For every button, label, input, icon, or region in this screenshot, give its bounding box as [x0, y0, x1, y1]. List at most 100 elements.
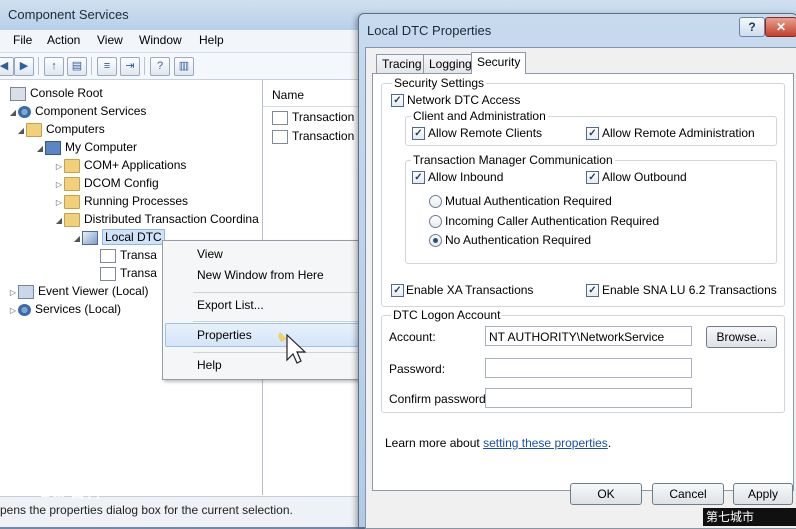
- confirm-password-label: Confirm password:: [389, 392, 490, 406]
- close-button[interactable]: ✕: [765, 17, 796, 37]
- window-title: Component Services: [8, 7, 129, 22]
- incoming-caller-auth-radio[interactable]: [429, 215, 442, 228]
- toolbar-separator: [91, 57, 92, 75]
- apply-button[interactable]: Apply: [733, 483, 793, 505]
- learn-more-text: Learn more about setting these propertie…: [385, 436, 611, 450]
- forward-arrow-icon[interactable]: ▶: [14, 57, 34, 76]
- menu-separator: [193, 292, 359, 293]
- network-dtc-access-checkbox[interactable]: ✓: [391, 94, 404, 107]
- list-item[interactable]: Transaction L: [272, 108, 364, 126]
- tree-item-dcom-config[interactable]: ▷ DCOM Config: [0, 174, 262, 192]
- tree-expander[interactable]: ◢: [54, 212, 64, 230]
- context-menu-export-list[interactable]: Export List...: [197, 298, 264, 312]
- show-hide-tree-icon[interactable]: ▤: [67, 57, 87, 76]
- tree-item-label: Local DTC: [102, 229, 165, 245]
- tree-item-label: Services (Local): [35, 302, 122, 316]
- toolbar-separator: [38, 57, 39, 75]
- account-label: Account:: [389, 330, 436, 344]
- folder-icon: [64, 158, 80, 173]
- tree-item-com-applications[interactable]: ▷ COM+ Applications: [0, 156, 262, 174]
- dialog-body: Tracing Logging Security Security Settin…: [365, 47, 796, 529]
- menu-separator: [193, 321, 359, 322]
- tab-tracing[interactable]: Tracing: [376, 54, 428, 73]
- checkbox-label: Enable XA Transactions: [406, 283, 534, 297]
- menu-help[interactable]: Help: [199, 33, 224, 47]
- menu-window[interactable]: Window: [139, 33, 182, 47]
- allow-remote-administration-checkbox[interactable]: ✓: [586, 127, 599, 140]
- menu-file[interactable]: File: [13, 33, 32, 47]
- up-folder-icon[interactable]: ↑: [44, 57, 64, 76]
- enable-sna-checkbox[interactable]: ✓: [586, 284, 599, 297]
- radio-label: No Authentication Required: [445, 233, 592, 247]
- mouse-pointer-icon: [278, 332, 307, 364]
- tree-item-label: My Computer: [65, 140, 138, 154]
- document-icon: [272, 110, 288, 125]
- folder-icon: [26, 122, 42, 137]
- export-list-icon[interactable]: ⇥: [120, 57, 140, 76]
- tree-item-label: Computers: [46, 122, 105, 136]
- dtc-icon: [82, 230, 98, 245]
- mutual-auth-radio[interactable]: [429, 195, 442, 208]
- chart-icon: [100, 266, 116, 281]
- context-menu: View New Window from Here Export List...…: [162, 240, 364, 380]
- tree-expander[interactable]: ◢: [16, 122, 26, 140]
- allow-remote-clients-checkbox[interactable]: ✓: [412, 127, 425, 140]
- learn-more-prefix: Learn more about: [385, 436, 484, 450]
- computer-icon: [45, 140, 61, 155]
- menu-separator: [193, 352, 359, 353]
- checkbox-label: Enable SNA LU 6.2 Transactions: [602, 283, 777, 297]
- tree-item-running-processes[interactable]: ▷ Running Processes: [0, 192, 262, 210]
- document-icon: [100, 248, 116, 263]
- column-header-label: Name: [272, 88, 305, 102]
- list-item[interactable]: Transaction S: [272, 127, 366, 145]
- tree-item-computers[interactable]: ◢ Computers: [0, 120, 262, 138]
- context-menu-new-window[interactable]: New Window from Here: [197, 268, 324, 282]
- back-arrow-icon[interactable]: ◀: [0, 57, 14, 76]
- event-viewer-icon: [18, 284, 34, 299]
- tree-expander[interactable]: ◢: [72, 230, 82, 248]
- tree-item-component-services[interactable]: ◢ Component Services: [0, 102, 262, 120]
- context-menu-properties[interactable]: Properties: [197, 328, 252, 342]
- tree-item-label: Transa: [120, 266, 157, 280]
- enable-xa-checkbox[interactable]: ✓: [391, 284, 404, 297]
- security-tab-panel: Security Settings ✓ Network DTC Access C…: [372, 73, 794, 491]
- ok-button[interactable]: OK: [570, 483, 642, 505]
- password-field[interactable]: [485, 358, 692, 378]
- menu-action[interactable]: Action: [47, 33, 80, 47]
- context-menu-view[interactable]: View: [197, 247, 223, 261]
- no-auth-radio[interactable]: [429, 234, 442, 247]
- radio-label: Mutual Authentication Required: [445, 194, 612, 208]
- group-label: Transaction Manager Communication: [411, 153, 615, 167]
- chart-icon: [272, 129, 288, 144]
- cancel-button[interactable]: Cancel: [652, 483, 724, 505]
- tab-logging[interactable]: Logging: [423, 54, 478, 73]
- tree-item-my-computer[interactable]: ◢ My Computer: [0, 138, 262, 156]
- tab-security[interactable]: Security: [471, 52, 527, 74]
- tree-expander[interactable]: ◢: [35, 140, 45, 158]
- properties-icon[interactable]: ≡: [97, 57, 117, 76]
- tree-item-console-root[interactable]: Console Root: [0, 84, 262, 102]
- column-header-name[interactable]: Name: [263, 84, 363, 107]
- help-button[interactable]: ?: [739, 17, 765, 37]
- tree-item-label: Console Root: [30, 86, 103, 100]
- allow-inbound-checkbox[interactable]: ✓: [412, 171, 425, 184]
- learn-more-suffix: .: [607, 436, 612, 450]
- browse-button[interactable]: Browse...: [706, 326, 777, 348]
- checkbox-label: Allow Outbound: [602, 170, 687, 184]
- learn-more-link[interactable]: setting these properties: [483, 436, 608, 450]
- tree-expander[interactable]: ▷: [8, 302, 18, 320]
- menu-view[interactable]: View: [97, 33, 123, 47]
- tree-item-dtc[interactable]: ◢ Distributed Transaction Coordina: [0, 210, 262, 228]
- tree-item-label: Transa: [120, 248, 157, 262]
- checkbox-label: Allow Remote Administration: [602, 126, 755, 140]
- confirm-password-field[interactable]: [485, 388, 692, 408]
- account-field[interactable]: NT AUTHORITY\NetworkService: [485, 326, 692, 346]
- allow-outbound-checkbox[interactable]: ✓: [586, 171, 599, 184]
- group-label: Security Settings: [392, 76, 487, 90]
- list-item-label: Transaction S: [292, 129, 366, 143]
- context-menu-help[interactable]: Help: [197, 358, 222, 372]
- corner-watermark: 第七城市: [703, 508, 796, 526]
- help-icon[interactable]: ?: [150, 57, 170, 76]
- show-action-pane-icon[interactable]: ▥: [174, 57, 194, 76]
- services-icon: [18, 303, 31, 316]
